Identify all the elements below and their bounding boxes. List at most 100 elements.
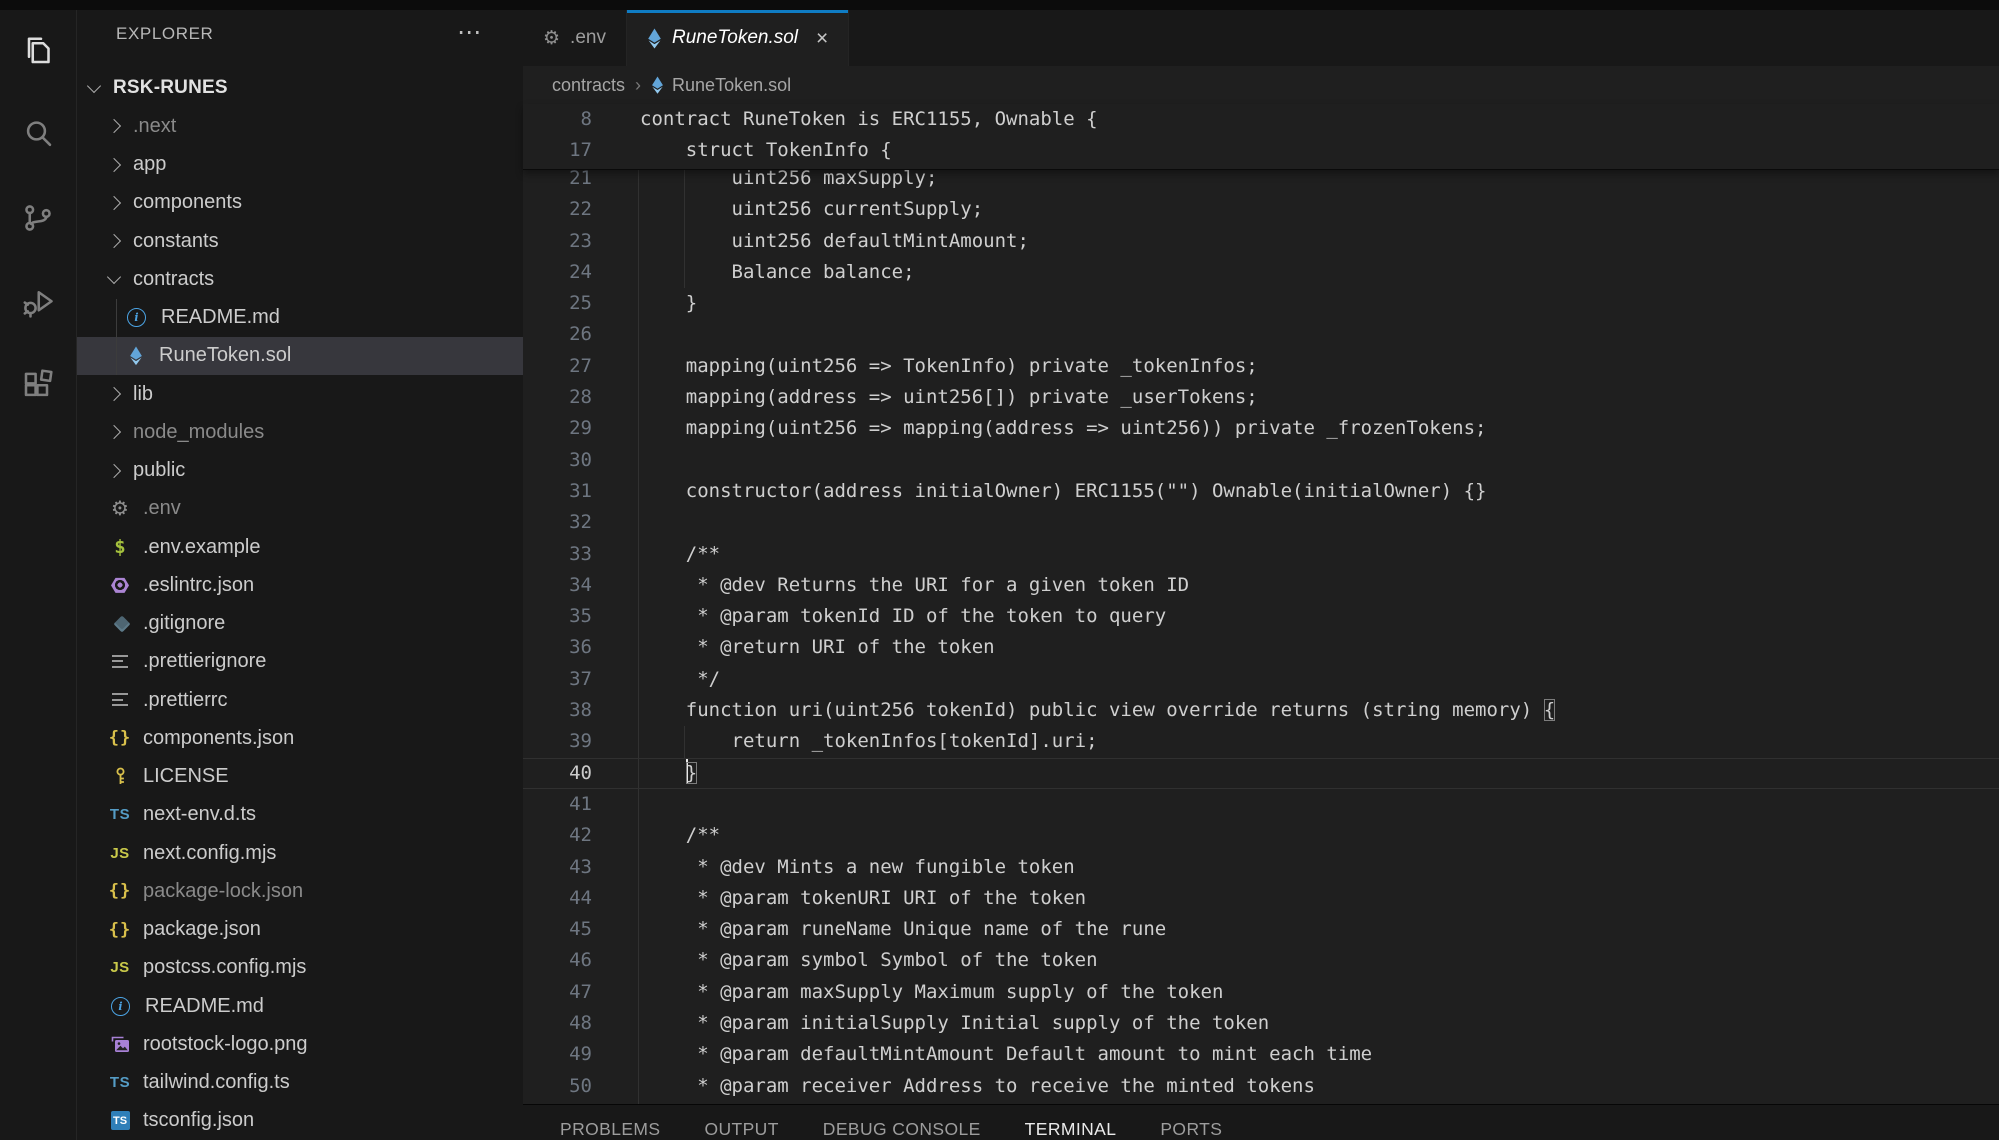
line-number[interactable]: 26 [523, 319, 592, 350]
code-line-27[interactable]: 27 mapping(uint256 => TokenInfo) private… [523, 351, 1999, 382]
tree-item-contracts[interactable]: contracts [77, 260, 523, 298]
code-line-46[interactable]: 46 * @param symbol Symbol of the token [523, 945, 1999, 976]
search-activity-button[interactable] [0, 94, 76, 178]
code-line-34[interactable]: 34 * @dev Returns the URI for a given to… [523, 570, 1999, 601]
files-activity-button[interactable] [0, 10, 76, 94]
code-line-22[interactable]: 22 uint256 currentSupply; [523, 194, 1999, 225]
line-number[interactable]: 27 [523, 351, 592, 382]
code-line-49[interactable]: 49 * @param defaultMintAmount Default am… [523, 1039, 1999, 1070]
tree-item-next-config-mjs[interactable]: JSnext.config.mjs [77, 834, 523, 872]
tree-item-rootstock-logo-png[interactable]: rootstock-logo.png [77, 1025, 523, 1063]
code-line-40[interactable]: 40 } [523, 758, 1999, 789]
line-number[interactable]: 34 [523, 570, 592, 601]
code-line-26[interactable]: 26 [523, 319, 1999, 350]
tree-item-postcss-config-mjs[interactable]: JSpostcss.config.mjs [77, 949, 523, 987]
line-number[interactable]: 32 [523, 507, 592, 538]
code-line-37[interactable]: 37 */ [523, 664, 1999, 695]
tree-item-package-json[interactable]: {}package.json [77, 911, 523, 949]
panel-tab-ports[interactable]: PORTS [1160, 1119, 1222, 1140]
tree-item-tailwind-config-ts[interactable]: TStailwind.config.ts [77, 1064, 523, 1102]
tree-item-lib[interactable]: lib [77, 375, 523, 413]
code-line-43[interactable]: 43 * @dev Mints a new fungible token [523, 852, 1999, 883]
line-number[interactable]: 37 [523, 664, 592, 695]
code-line-47[interactable]: 47 * @param maxSupply Maximum supply of … [523, 977, 1999, 1008]
line-number[interactable]: 33 [523, 539, 592, 570]
code-line-29[interactable]: 29 mapping(uint256 => mapping(address =>… [523, 413, 1999, 444]
code-line-42[interactable]: 42 /** [523, 820, 1999, 851]
line-number[interactable]: 44 [523, 883, 592, 914]
code-line-32[interactable]: 32 [523, 507, 1999, 538]
code-line-23[interactable]: 23 uint256 defaultMintAmount; [523, 226, 1999, 257]
line-number[interactable]: 25 [523, 288, 592, 319]
line-number[interactable]: 49 [523, 1039, 592, 1070]
line-number[interactable]: 36 [523, 632, 592, 663]
line-number[interactable]: 50 [523, 1071, 592, 1102]
tree-item-components[interactable]: components [77, 184, 523, 222]
source-control-activity-button[interactable] [0, 178, 76, 262]
tree-item-next-env-d-ts[interactable]: TSnext-env.d.ts [77, 796, 523, 834]
tree-item-tsconfig-json[interactable]: TStsconfig.json [77, 1102, 523, 1140]
tree-item-constants[interactable]: constants [77, 222, 523, 260]
code-line-24[interactable]: 24 Balance balance; [523, 257, 1999, 288]
panel-tab-debug-console[interactable]: DEBUG CONSOLE [823, 1119, 981, 1140]
tree-item-prettierrc[interactable]: .prettierrc [77, 681, 523, 719]
line-number[interactable]: 38 [523, 695, 592, 726]
extensions-activity-button[interactable] [0, 346, 76, 430]
tree-item-rsk-runes[interactable]: RSK-RUNES [77, 69, 523, 107]
line-number[interactable]: 29 [523, 413, 592, 444]
tree-item-app[interactable]: app [77, 146, 523, 184]
code-line-38[interactable]: 38 function uri(uint256 tokenId) public … [523, 695, 1999, 726]
code-line-36[interactable]: 36 * @return URI of the token [523, 632, 1999, 663]
line-number[interactable]: 47 [523, 977, 592, 1008]
line-number[interactable]: 24 [523, 257, 592, 288]
code-line-35[interactable]: 35 * @param tokenId ID of the token to q… [523, 601, 1999, 632]
tree-item-next[interactable]: .next [77, 107, 523, 145]
code-line-31[interactable]: 31 constructor(address initialOwner) ERC… [523, 476, 1999, 507]
code-line-39[interactable]: 39 return _tokenInfos[tokenId].uri; [523, 726, 1999, 757]
code-line-25[interactable]: 25 } [523, 288, 1999, 319]
tree-item-env[interactable]: ⚙.env [77, 490, 523, 528]
line-number[interactable]: 39 [523, 726, 592, 757]
line-number[interactable]: 23 [523, 226, 592, 257]
breadcrumb-file[interactable]: RuneToken.sol [672, 75, 791, 96]
line-number[interactable]: 22 [523, 194, 592, 225]
code-line-30[interactable]: 30 [523, 445, 1999, 476]
tree-item-components-json[interactable]: {}components.json [77, 719, 523, 757]
more-actions-icon[interactable]: ⋯ [457, 18, 483, 47]
code-line-41[interactable]: 41 [523, 789, 1999, 820]
code-line-45[interactable]: 45 * @param runeName Unique name of the … [523, 914, 1999, 945]
code-line-28[interactable]: 28 mapping(address => uint256[]) private… [523, 382, 1999, 413]
line-number[interactable]: 30 [523, 445, 592, 476]
run-debug-activity-button[interactable] [0, 262, 76, 346]
line-number[interactable]: 31 [523, 476, 592, 507]
panel-tab-output[interactable]: OUTPUT [704, 1119, 778, 1140]
breadcrumb-folder[interactable]: contracts [552, 75, 625, 96]
tree-item-node-modules[interactable]: node_modules [77, 413, 523, 451]
close-icon[interactable]: × [816, 28, 828, 49]
code-editor[interactable]: 21 uint256 maxSupply;22 uint256 currentS… [523, 163, 1999, 1104]
line-number[interactable]: 17 [523, 135, 592, 166]
tree-item-package-lock-json[interactable]: {}package-lock.json [77, 872, 523, 910]
editor-tab-runetoken-sol[interactable]: RuneToken.sol× [627, 10, 849, 66]
tree-item-gitignore[interactable]: .gitignore [77, 605, 523, 643]
tree-item-eslintrc-json[interactable]: .eslintrc.json [77, 566, 523, 604]
line-number[interactable]: 35 [523, 601, 592, 632]
sticky-line-8[interactable]: 8contract RuneToken is ERC1155, Ownable … [523, 104, 1999, 135]
tree-item-readme-md[interactable]: iREADME.md [77, 987, 523, 1025]
line-number[interactable]: 45 [523, 914, 592, 945]
tree-item-env-example[interactable]: $.env.example [77, 528, 523, 566]
code-line-44[interactable]: 44 * @param tokenURI URI of the token [523, 883, 1999, 914]
panel-tab-problems[interactable]: PROBLEMS [560, 1119, 660, 1140]
code-line-50[interactable]: 50 * @param receiver Address to receive … [523, 1071, 1999, 1102]
line-number[interactable]: 46 [523, 945, 592, 976]
code-line-48[interactable]: 48 * @param initialSupply Initial supply… [523, 1008, 1999, 1039]
line-number[interactable]: 43 [523, 852, 592, 883]
panel-tab-terminal[interactable]: TERMINAL [1025, 1119, 1117, 1140]
tree-item-public[interactable]: public [77, 452, 523, 490]
tree-item-runetoken-sol[interactable]: RuneToken.sol [77, 337, 523, 375]
line-number[interactable]: 28 [523, 382, 592, 413]
line-number[interactable]: 41 [523, 789, 592, 820]
sticky-line-17[interactable]: 17 struct TokenInfo { [523, 135, 1999, 166]
line-number[interactable]: 8 [523, 104, 592, 135]
line-number[interactable]: 40 [523, 758, 592, 789]
